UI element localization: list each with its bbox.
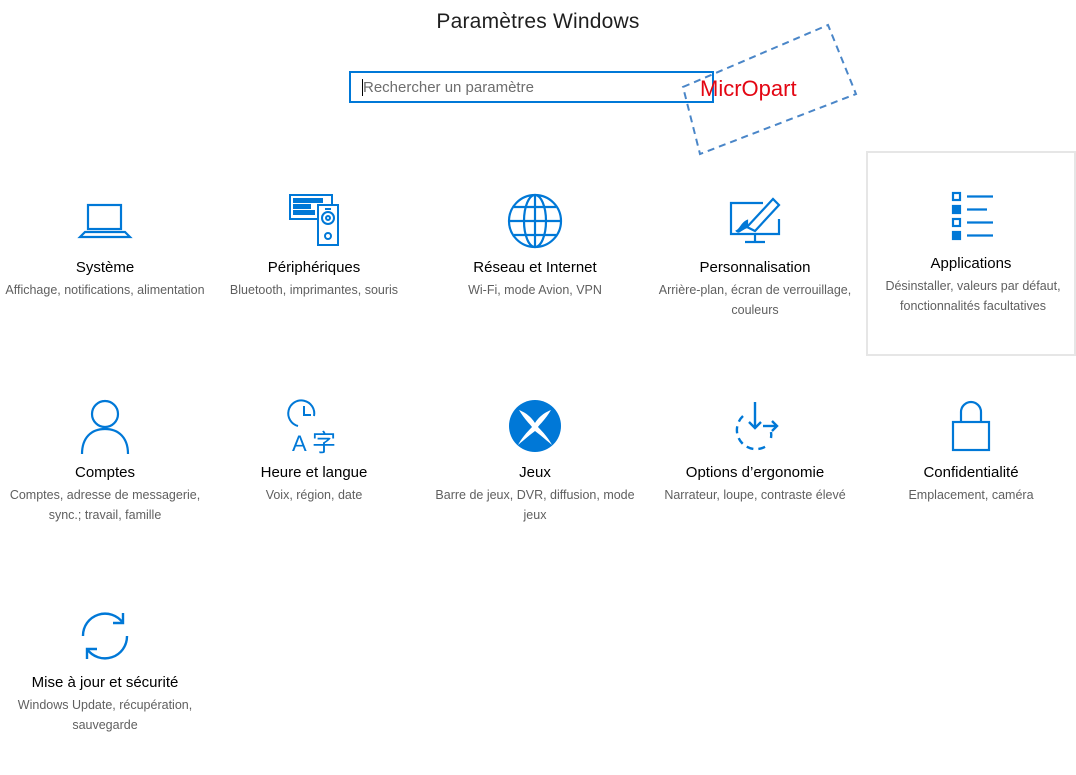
tile-description: Comptes, adresse de messagerie, sync.; t… [9, 488, 201, 522]
tile-name: Confidentialité [923, 464, 1019, 481]
search-input[interactable] [351, 73, 712, 101]
tile-description: Emplacement, caméra [908, 488, 1034, 502]
watermark-text: MicrOpart [700, 76, 797, 101]
tile-name: Personnalisation [699, 259, 811, 276]
sync-icon [75, 606, 135, 666]
tile-heure-langue[interactable]: A 字 Heure et langue Voix, région, date [209, 360, 419, 565]
tile-name: Heure et langue [260, 464, 368, 481]
tile-name: Réseau et Internet [473, 259, 597, 276]
tile-description: Windows Update, récupération, sauvegarde [17, 698, 193, 732]
tile-description: Wi-Fi, mode Avion, VPN [468, 283, 602, 297]
tile-description: Barre de jeux, DVR, diffusion, mode jeux [435, 488, 635, 522]
tile-name: Comptes [74, 464, 136, 481]
tile-description: Désinstaller, valeurs par défaut, foncti… [885, 279, 1061, 313]
xbox-icon [505, 396, 565, 456]
tile-comptes[interactable]: Comptes Comptes, adresse de messagerie, … [0, 360, 210, 565]
tile-applications[interactable]: Applications Désinstaller, valeurs par d… [866, 151, 1076, 356]
tile-jeux[interactable]: Jeux Barre de jeux, DVR, diffusion, mode… [430, 360, 640, 565]
tile-peripheriques[interactable]: Périphériques Bluetooth, imprimantes, so… [209, 155, 419, 360]
tile-reseau[interactable]: Réseau et Internet Wi-Fi, mode Avion, VP… [430, 155, 640, 360]
tile-name: Applications [930, 255, 1012, 272]
tile-name: Options d’ergonomie [685, 464, 825, 481]
tile-systeme[interactable]: Système Affichage, notifications, alimen… [0, 155, 210, 360]
tile-personnalisation[interactable]: Personnalisation Arrière-plan, écran de … [650, 155, 860, 360]
tile-name: Système [75, 259, 135, 276]
tile-description: Narrateur, loupe, contraste élevé [664, 488, 846, 502]
time-language-icon: A 字 [284, 396, 344, 456]
svg-text:字: 字 [312, 429, 336, 456]
lock-icon [941, 396, 1001, 456]
ease-of-access-icon [725, 396, 785, 456]
tile-ergonomie[interactable]: Options d’ergonomie Narrateur, loupe, co… [650, 360, 860, 565]
tile-description: Arrière-plan, écran de verrouillage, cou… [658, 283, 852, 317]
tile-confidentialite[interactable]: Confidentialité Emplacement, caméra [866, 360, 1076, 565]
tile-name: Périphériques [267, 259, 361, 276]
devices-icon [284, 191, 344, 251]
page-title: Paramètres Windows [436, 10, 640, 33]
apps-list-icon [943, 187, 1003, 247]
tile-name: Jeux [519, 464, 551, 481]
tile-name: Mise à jour et sécurité [31, 674, 179, 691]
globe-icon [505, 191, 565, 251]
tile-mise-a-jour[interactable]: Mise à jour et sécurité Windows Update, … [0, 570, 210, 775]
tile-description: Bluetooth, imprimantes, souris [229, 283, 399, 297]
tile-description: Affichage, notifications, alimentation [5, 283, 205, 297]
person-icon [75, 396, 135, 456]
personalization-icon [725, 191, 785, 251]
laptop-icon [75, 191, 135, 251]
text-caret [362, 79, 363, 96]
tile-description: Voix, région, date [265, 488, 363, 502]
svg-text:A: A [292, 431, 307, 456]
search-box[interactable] [349, 71, 714, 103]
